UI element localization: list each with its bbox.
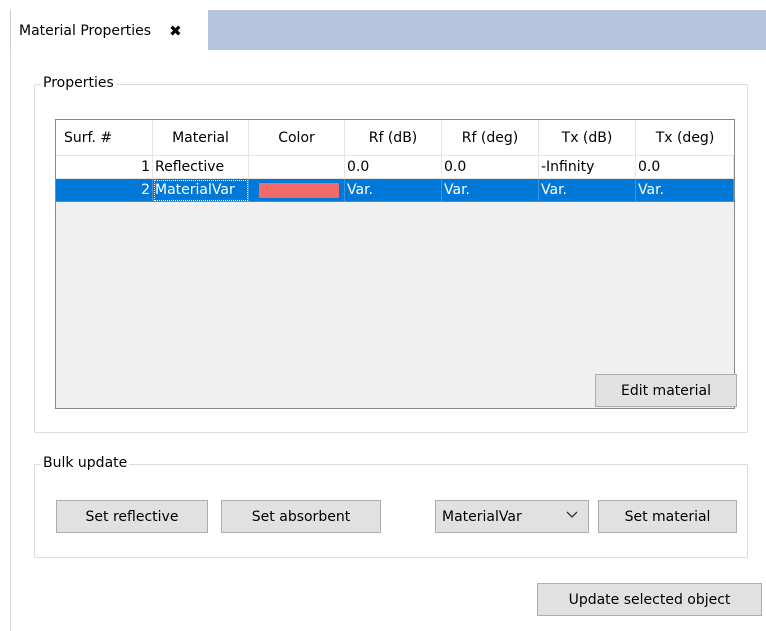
column-header-tx-db[interactable]: Tx (dB)	[539, 120, 636, 156]
cell-color	[249, 156, 345, 179]
properties-group-title: Properties	[41, 75, 116, 91]
cell-rf-db: 0.0	[345, 156, 442, 179]
tab-bar: Material Properties ✖	[10, 10, 766, 51]
material-select[interactable]: MaterialVar	[435, 500, 589, 533]
table-row[interactable]: 1 Reflective 0.0 0.0 -Infinity 0.0	[56, 156, 734, 179]
cell-surf: 2	[56, 179, 153, 202]
tab-material-properties[interactable]: Material Properties ✖	[10, 10, 208, 51]
cell-tx-deg: Var.	[636, 179, 734, 202]
cell-color	[249, 179, 345, 202]
cell-tx-db: Var.	[539, 179, 636, 202]
material-properties-panel: Properties Surf. # Material Color Rf (dB…	[10, 50, 766, 631]
column-header-surf[interactable]: Surf. #	[56, 120, 153, 156]
set-material-button[interactable]: Set material	[598, 500, 737, 533]
surface-table[interactable]: Surf. # Material Color Rf (dB) Rf (deg) …	[55, 119, 735, 409]
cell-material: Reflective	[153, 156, 249, 179]
tab-title: Material Properties	[19, 22, 152, 39]
table-header: Surf. # Material Color Rf (dB) Rf (deg) …	[56, 120, 734, 156]
color-swatch	[259, 182, 339, 198]
cell-rf-db: Var.	[345, 179, 442, 202]
column-header-rf-db[interactable]: Rf (dB)	[345, 120, 442, 156]
table-row-selected[interactable]: 2 MaterialVar Var. Var. Var. Var.	[56, 179, 734, 202]
cell-tx-db: -Infinity	[539, 156, 636, 179]
cell-rf-deg: 0.0	[442, 156, 539, 179]
close-icon[interactable]: ✖	[169, 22, 182, 40]
cell-material: MaterialVar	[153, 179, 249, 202]
material-select-value: MaterialVar	[442, 508, 522, 525]
set-reflective-button[interactable]: Set reflective	[56, 500, 208, 533]
update-selected-object-button[interactable]: Update selected object	[537, 583, 762, 616]
bulk-update-group-title: Bulk update	[41, 455, 130, 471]
set-absorbent-button[interactable]: Set absorbent	[221, 500, 381, 533]
cell-surf: 1	[56, 156, 153, 179]
column-header-material[interactable]: Material	[153, 120, 249, 156]
column-header-tx-deg[interactable]: Tx (deg)	[636, 120, 734, 156]
column-header-rf-deg[interactable]: Rf (deg)	[442, 120, 539, 156]
edit-material-button[interactable]: Edit material	[595, 374, 737, 407]
column-header-color[interactable]: Color	[249, 120, 345, 156]
chevron-down-icon	[566, 508, 578, 523]
cell-rf-deg: Var.	[442, 179, 539, 202]
cell-tx-deg: 0.0	[636, 156, 734, 179]
